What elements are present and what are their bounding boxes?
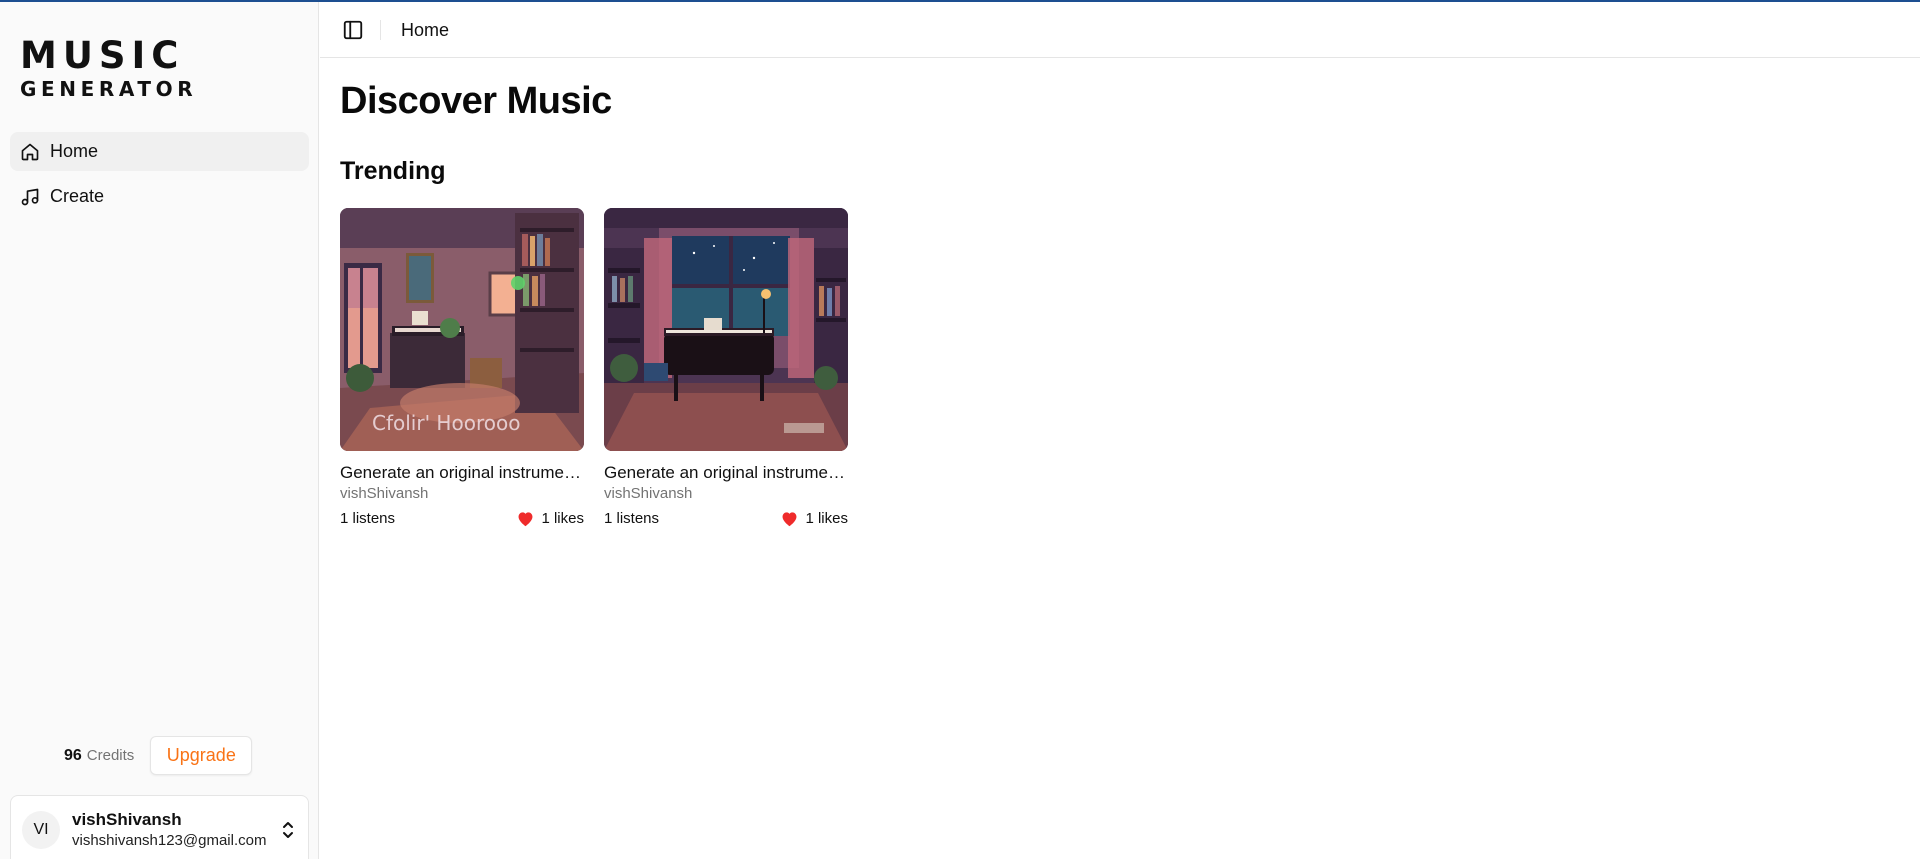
sidebar-item-home[interactable]: Home [10,132,309,171]
chevrons-up-down-icon [283,822,293,838]
heart-icon[interactable] [780,510,799,527]
listens-count: 1 listens [340,510,396,527]
top-header: Home [320,2,1920,58]
main-content: Discover Music Trending Cfolir' Hoorooo … [320,58,1920,859]
song-card[interactable]: Cfolir' Hoorooo Generate an original ins… [340,208,584,527]
header-divider [380,20,381,40]
credits-label: Credits [86,747,135,764]
likes-count: 1 likes [805,510,848,527]
breadcrumb: Home [401,20,450,40]
logo-text-music: MUSIC [20,34,185,77]
section-title-trending: Trending [340,157,446,185]
credits-row: 96 Credits Upgrade [64,736,253,775]
upgrade-button[interactable]: Upgrade [150,736,253,775]
logo-text-generator: GENERATOR [20,77,198,101]
song-cover-image[interactable] [604,208,848,451]
listens-count: 1 listens [604,510,660,527]
likes-count: 1 likes [541,510,584,527]
user-name: vishShivansh [72,810,182,829]
song-author: vishShivansh [340,485,429,502]
music-note-icon [21,188,39,205]
sidebar-item-label: Home [50,141,99,161]
song-stats: 1 listens 1 likes [604,510,848,527]
song-title[interactable]: Generate an original instrumental lofi t… [340,463,584,483]
user-menu[interactable]: VI vishShivansh vishshivansh123@gmail.co… [10,795,309,859]
song-card[interactable]: Generate an original instrumental lofi t… [604,208,848,527]
song-title[interactable]: Generate an original instrumental lofi t… [604,463,848,483]
likes: 1 likes [516,510,584,527]
sidebar-item-label: Create [50,186,105,206]
home-icon [21,143,39,160]
song-author: vishShivansh [604,485,693,502]
avatar: VI [22,811,60,849]
trending-list: Cfolir' Hoorooo Generate an original ins… [340,208,848,527]
likes: 1 likes [780,510,848,527]
song-cover-image[interactable]: Cfolir' Hoorooo [340,208,584,451]
user-email: vishshivansh123@gmail.com [72,832,267,849]
sidebar-nav: Home Create [10,132,309,222]
app-logo[interactable]: MUSIC GENERATOR [20,34,198,102]
sidebar: MUSIC GENERATOR Home Create 96 Credits U… [0,2,319,859]
song-stats: 1 listens 1 likes [340,510,584,527]
cover-caption: Cfolir' Hoorooo [372,411,520,435]
sidebar-item-create[interactable]: Create [10,177,309,216]
sidebar-toggle-icon[interactable] [342,19,364,41]
heart-icon[interactable] [516,510,535,527]
page-title: Discover Music [340,80,612,122]
credits-count: 96 [64,746,82,764]
